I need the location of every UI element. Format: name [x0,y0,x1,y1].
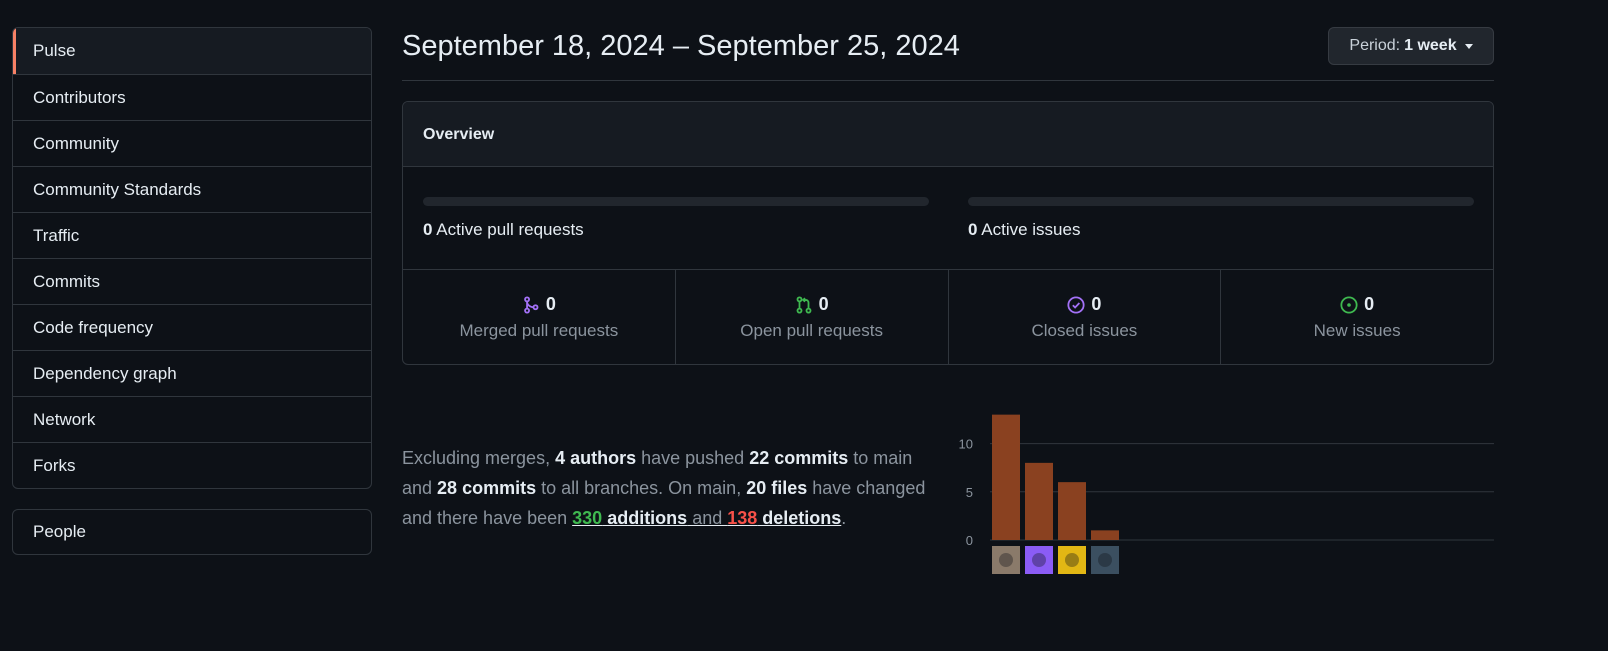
issue-closed-icon [1067,295,1085,314]
author-avatar-2 [1025,546,1053,574]
new-issues-stat[interactable]: 0 New issues [1220,270,1493,364]
merged-prs-count: 0 [545,294,556,314]
open-prs-count: 0 [818,294,829,314]
y-tick-label-5: 5 [966,485,973,500]
overview-stats: 0 Merged pull requests 0 Open pull reque… [403,270,1493,364]
active-prs-count: 0 [423,220,433,239]
sidebar-item-network[interactable]: Network [13,396,371,442]
author-commits-chart: 0 5 10 [959,414,1494,574]
active-prs-summary[interactable]: 0 Active pull requests [423,220,584,240]
sidebar-item-people[interactable]: People [12,509,372,555]
deletions-count: 138 [727,508,758,528]
closed-issues-count: 0 [1091,294,1102,314]
summary-text-7: . [841,508,847,528]
overview-heading: Overview [403,102,1493,167]
commit-bar-4 [1091,530,1119,540]
sidebar-item-community-standards[interactable]: Community Standards [13,166,371,212]
summary-text-2: have pushed [636,448,750,468]
diff-stats-link[interactable]: 330 additions and 138 deletions [572,508,841,528]
merged-prs-label: Merged pull requests [459,321,619,340]
commits-main-count: 22 commits [749,448,849,468]
commit-summary: Excluding merges, 4 authors have pushed … [402,443,947,533]
commits-all-count: 28 commits [437,478,537,498]
page-title: September 18, 2024 – September 25, 2024 [402,30,960,62]
closed-issues-stat[interactable]: 0 Closed issues [947,270,1221,364]
sidebar-item-community[interactable]: Community [13,120,371,166]
active-issues-count: 0 [968,220,978,239]
author-avatar-3 [1058,546,1086,574]
period-prefix: Period: [1349,37,1401,54]
authors-count: 4 authors [555,448,637,468]
sidebar-item-dependency-graph[interactable]: Dependency graph [13,350,371,396]
sidebar-item-commits[interactable]: Commits [13,258,371,304]
author-avatar-1 [992,546,1020,574]
pulse-page: Pulse Contributors Community Community S… [0,0,1608,651]
files-count: 20 files [746,478,808,498]
sidebar-item-pulse[interactable]: Pulse [13,28,371,74]
new-issues-count: 0 [1364,294,1375,314]
author-avatar-4 [1091,546,1119,574]
caret-down-icon [1464,43,1473,49]
insights-sidebar: Pulse Contributors Community Community S… [12,27,372,489]
commit-bar-3 [1058,482,1086,540]
active-issues-progress-bar [968,197,1474,206]
active-issues-summary[interactable]: 0 Active issues [968,220,1080,240]
overview-activity: 0 Active pull requests 0 Active issues [403,167,1493,270]
overview-panel: Overview 0 Active pull requests 0 Active… [402,101,1494,365]
active-prs-progress-bar [423,197,929,206]
git-pull-request-icon [796,295,812,314]
period-dropdown-button[interactable]: Period: 1 week [1328,27,1494,65]
issue-opened-icon [1340,295,1358,314]
summary-text-4: to all branches. On main, [536,478,747,498]
sidebar-item-code-frequency[interactable]: Code frequency [13,304,371,350]
closed-issues-label: Closed issues [1031,321,1138,340]
y-tick-label-0: 0 [966,533,973,548]
commit-bar-1 [992,414,1020,540]
merged-prs-stat[interactable]: 0 Merged pull requests [403,270,675,364]
period-value: 1 week [1404,37,1457,54]
git-merge-icon [523,295,539,314]
sidebar-item-contributors[interactable]: Contributors [13,74,371,120]
header-divider [402,80,1494,81]
sidebar-item-traffic[interactable]: Traffic [13,212,371,258]
sidebar-item-forks[interactable]: Forks [13,442,371,488]
summary-text-6: and [687,508,728,528]
new-issues-label: New issues [1313,321,1401,340]
deletions-label: deletions [757,508,842,528]
open-prs-label: Open pull requests [740,321,883,340]
y-tick-label-10: 10 [959,437,973,452]
additions-label: additions [602,508,688,528]
active-prs-label: Active pull requests [436,220,584,239]
open-prs-stat[interactable]: 0 Open pull requests [674,270,948,364]
commit-bar-2 [1025,462,1053,540]
active-issues-label: Active issues [981,220,1081,239]
summary-text-1: Excluding merges, [402,448,556,468]
additions-count: 330 [572,508,603,528]
